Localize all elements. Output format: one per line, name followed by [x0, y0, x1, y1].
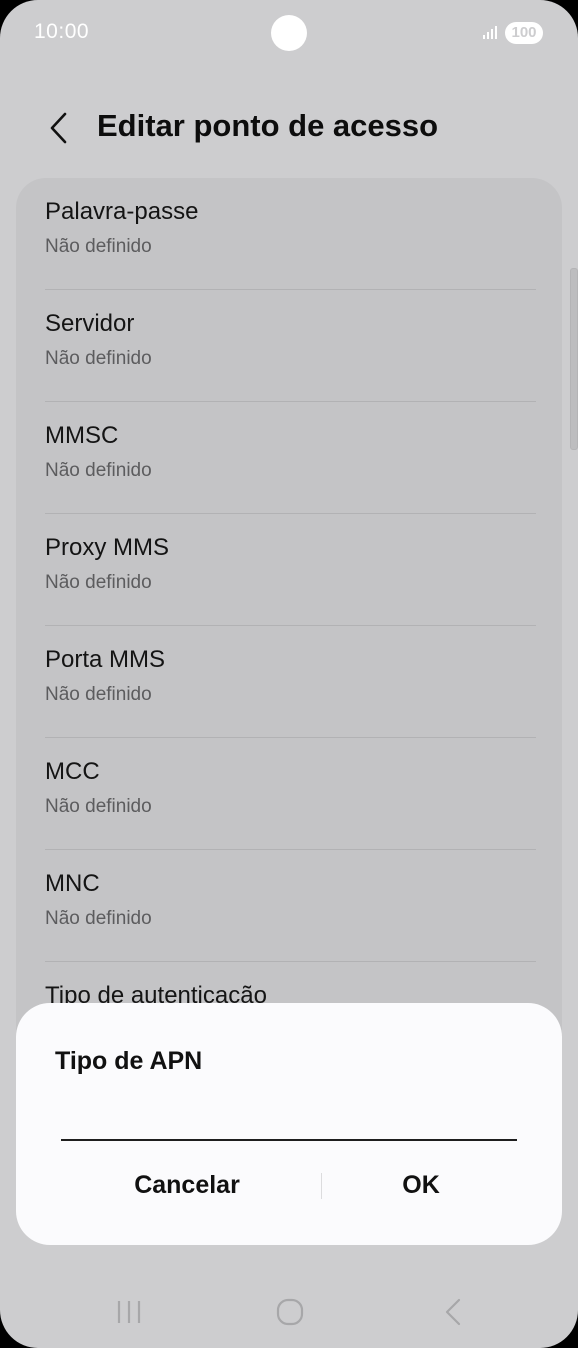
setting-title: MNC	[45, 870, 100, 897]
setting-item-mcc[interactable]: MCC Não definido	[45, 738, 536, 850]
setting-item-server[interactable]: Servidor Não definido	[45, 290, 536, 402]
dialog-title: Tipo de APN	[55, 1047, 203, 1075]
setting-title: Proxy MMS	[45, 534, 170, 561]
setting-value: Não definido	[45, 460, 152, 481]
setting-value: Não definido	[45, 796, 152, 817]
setting-item-mms-port[interactable]: Porta MMS Não definido	[45, 626, 536, 738]
setting-value: Não definido	[45, 684, 152, 705]
cancel-button[interactable]: Cancelar	[56, 1153, 318, 1217]
setting-title: Servidor	[45, 310, 135, 337]
dialog-actions: Cancelar OK	[16, 1153, 562, 1217]
setting-value: Não definido	[45, 236, 152, 257]
battery-badge: 100	[505, 22, 543, 44]
setting-value: Não definido	[45, 908, 152, 929]
page-title: Editar ponto de acesso	[97, 108, 439, 143]
setting-item-mms-proxy[interactable]: Proxy MMS Não definido	[45, 514, 536, 626]
camera-cutout	[271, 15, 307, 51]
chevron-left-icon	[50, 112, 67, 144]
setting-title: Palavra-passe	[45, 198, 199, 225]
signal-icon	[483, 26, 497, 39]
scrollbar[interactable]	[570, 268, 578, 450]
setting-title: MMSC	[45, 422, 119, 449]
setting-value: Não definido	[45, 572, 152, 593]
page-header: Editar ponto de acesso	[0, 100, 578, 156]
setting-item-mmsc[interactable]: MMSC Não definido	[45, 402, 536, 514]
status-bar: 10:00 100	[0, 0, 578, 68]
home-button[interactable]	[260, 1284, 320, 1340]
apn-type-dialog: Tipo de APN Cancelar OK	[16, 1003, 562, 1245]
home-icon	[276, 1298, 304, 1326]
nav-back-icon	[445, 1298, 461, 1326]
setting-value: Não definido	[45, 348, 152, 369]
ok-button[interactable]: OK	[290, 1153, 552, 1217]
setting-title: Porta MMS	[45, 646, 166, 673]
back-button[interactable]	[36, 106, 80, 150]
recents-button[interactable]	[99, 1284, 159, 1340]
phone-screen: 10:00 100 Editar ponto de acesso Palavra…	[0, 0, 578, 1348]
apn-type-input[interactable]	[61, 1099, 517, 1141]
setting-item-password[interactable]: Palavra-passe Não definido	[45, 178, 536, 290]
status-time: 10:00	[34, 20, 90, 43]
navigation-bar	[0, 1284, 578, 1340]
setting-item-mnc[interactable]: MNC Não definido	[45, 850, 536, 962]
settings-list: Palavra-passe Não definido Servidor Não …	[16, 178, 562, 1078]
recents-icon	[117, 1301, 141, 1323]
setting-title: MCC	[45, 758, 100, 785]
system-back-button[interactable]	[423, 1284, 483, 1340]
